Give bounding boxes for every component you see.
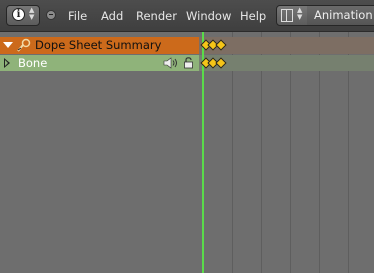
- collapse-menus-button[interactable]: [46, 10, 56, 20]
- screen-layout-name[interactable]: Animation: [307, 5, 374, 26]
- menu-window[interactable]: Window: [186, 0, 231, 32]
- speaker-icon[interactable]: [163, 57, 179, 69]
- editor-type-selector[interactable]: i ▲ ▼: [6, 5, 40, 26]
- screen-layout-selector[interactable]: ▲ ▼: [276, 5, 308, 26]
- channel-label: Bone: [18, 56, 48, 70]
- unlocked-icon[interactable]: [183, 57, 195, 69]
- menu-help[interactable]: Help: [240, 0, 266, 32]
- info-icon: i: [12, 8, 25, 21]
- channel-dopesheet-summary[interactable]: Dope Sheet Summary: [0, 37, 199, 54]
- up-down-arrows-icon: ▲ ▼: [297, 6, 303, 21]
- menu-add[interactable]: Add: [101, 0, 123, 32]
- channel-bone[interactable]: Bone: [0, 55, 199, 71]
- expand-triangle-icon[interactable]: [3, 42, 13, 48]
- up-down-arrows-icon: ▲ ▼: [29, 6, 35, 21]
- menu-render[interactable]: Render: [136, 0, 177, 32]
- header-bar: i ▲ ▼ File Add Render Window Help ▲ ▼ Anim…: [0, 0, 374, 32]
- expand-triangle-icon[interactable]: [4, 58, 10, 68]
- screen-layout-icon: [281, 9, 293, 22]
- dopesheet-summary-icon: [17, 38, 31, 52]
- channel-label: Dope Sheet Summary: [35, 38, 162, 52]
- dopesheet-timeline[interactable]: [199, 32, 374, 273]
- current-frame-indicator[interactable]: [202, 32, 204, 273]
- menu-file[interactable]: File: [68, 0, 87, 32]
